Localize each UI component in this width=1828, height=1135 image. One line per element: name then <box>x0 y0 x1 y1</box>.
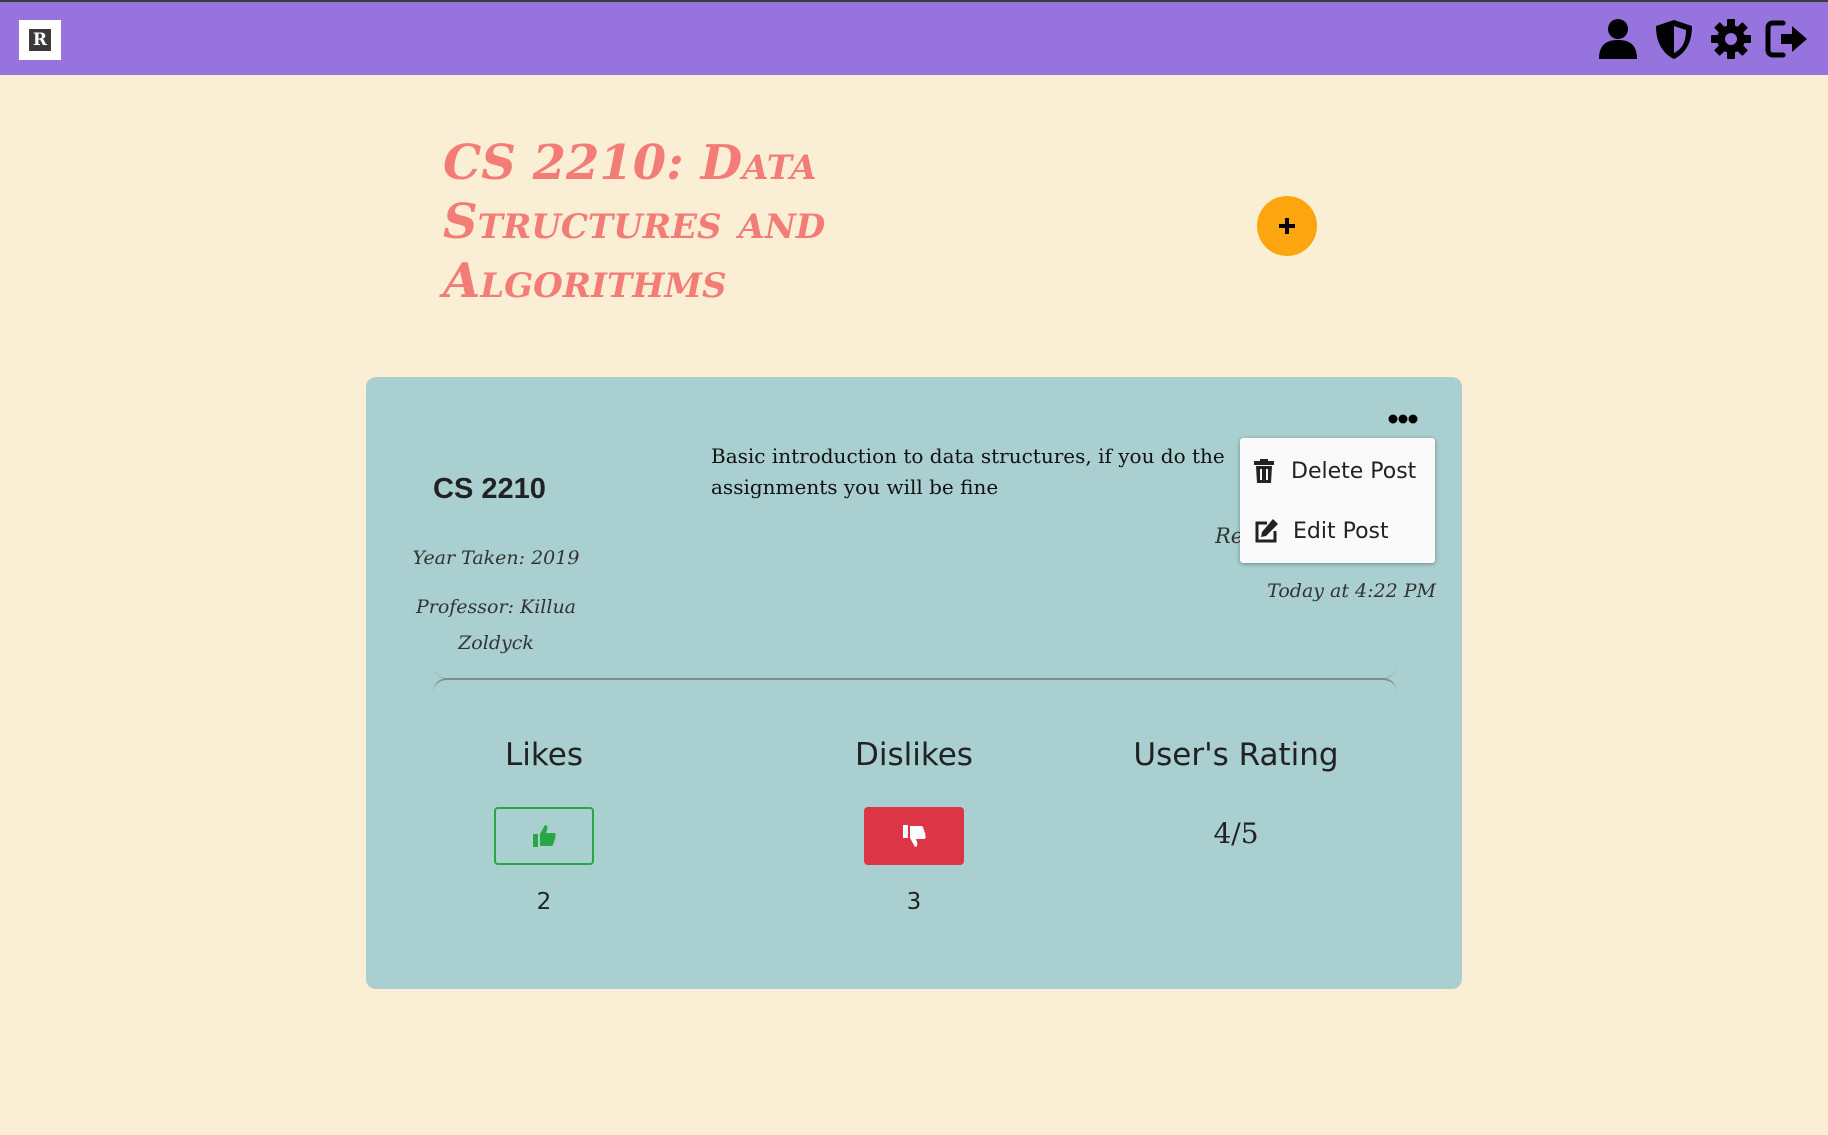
year-taken: Year Taken: 2019 <box>412 547 580 569</box>
divider <box>433 664 1397 679</box>
likes-count: 2 <box>536 889 552 915</box>
thumbs-down-icon <box>903 825 926 847</box>
gear-icon[interactable] <box>1709 18 1753 60</box>
delete-post-menu-item[interactable]: Delete Post <box>1240 446 1435 496</box>
edit-post-label: Edit Post <box>1293 518 1389 544</box>
post-timestamp: Today at 4:22 PM <box>1267 580 1436 602</box>
user-rating-label: User's Rating <box>1133 737 1339 773</box>
app-logo[interactable]: R <box>19 20 61 60</box>
user-icon[interactable] <box>1596 18 1640 60</box>
dislike-button[interactable] <box>864 807 964 865</box>
sign-out-icon[interactable] <box>1765 18 1809 60</box>
divider-lower <box>433 678 1397 698</box>
thumbs-up-icon <box>533 825 556 847</box>
more-options-icon[interactable] <box>1388 412 1418 426</box>
course-title: CS 2210: Data Structures and Algorithms <box>443 135 826 309</box>
likes-label: Likes <box>505 737 583 773</box>
plus-icon <box>1279 218 1295 234</box>
edit-icon <box>1253 518 1279 544</box>
shield-icon[interactable] <box>1652 18 1696 60</box>
post-description: Basic introduction to data structures, i… <box>711 444 1225 499</box>
like-button[interactable] <box>494 807 594 865</box>
logo-letter: R <box>29 29 51 51</box>
trash-icon <box>1251 458 1277 484</box>
top-navbar: R <box>0 0 1828 75</box>
dislikes-count: 3 <box>906 889 922 915</box>
delete-post-label: Delete Post <box>1291 458 1417 484</box>
user-rating-value: 4/5 <box>1213 817 1259 850</box>
post-options-menu: Delete Post Edit Post <box>1240 438 1435 563</box>
add-post-button[interactable] <box>1257 196 1317 256</box>
dislikes-label: Dislikes <box>855 737 973 773</box>
professor-name: Professor: Killua Zoldyck <box>415 596 577 654</box>
edit-post-menu-item[interactable]: Edit Post <box>1240 506 1435 556</box>
course-code: CS 2210 <box>433 473 546 505</box>
